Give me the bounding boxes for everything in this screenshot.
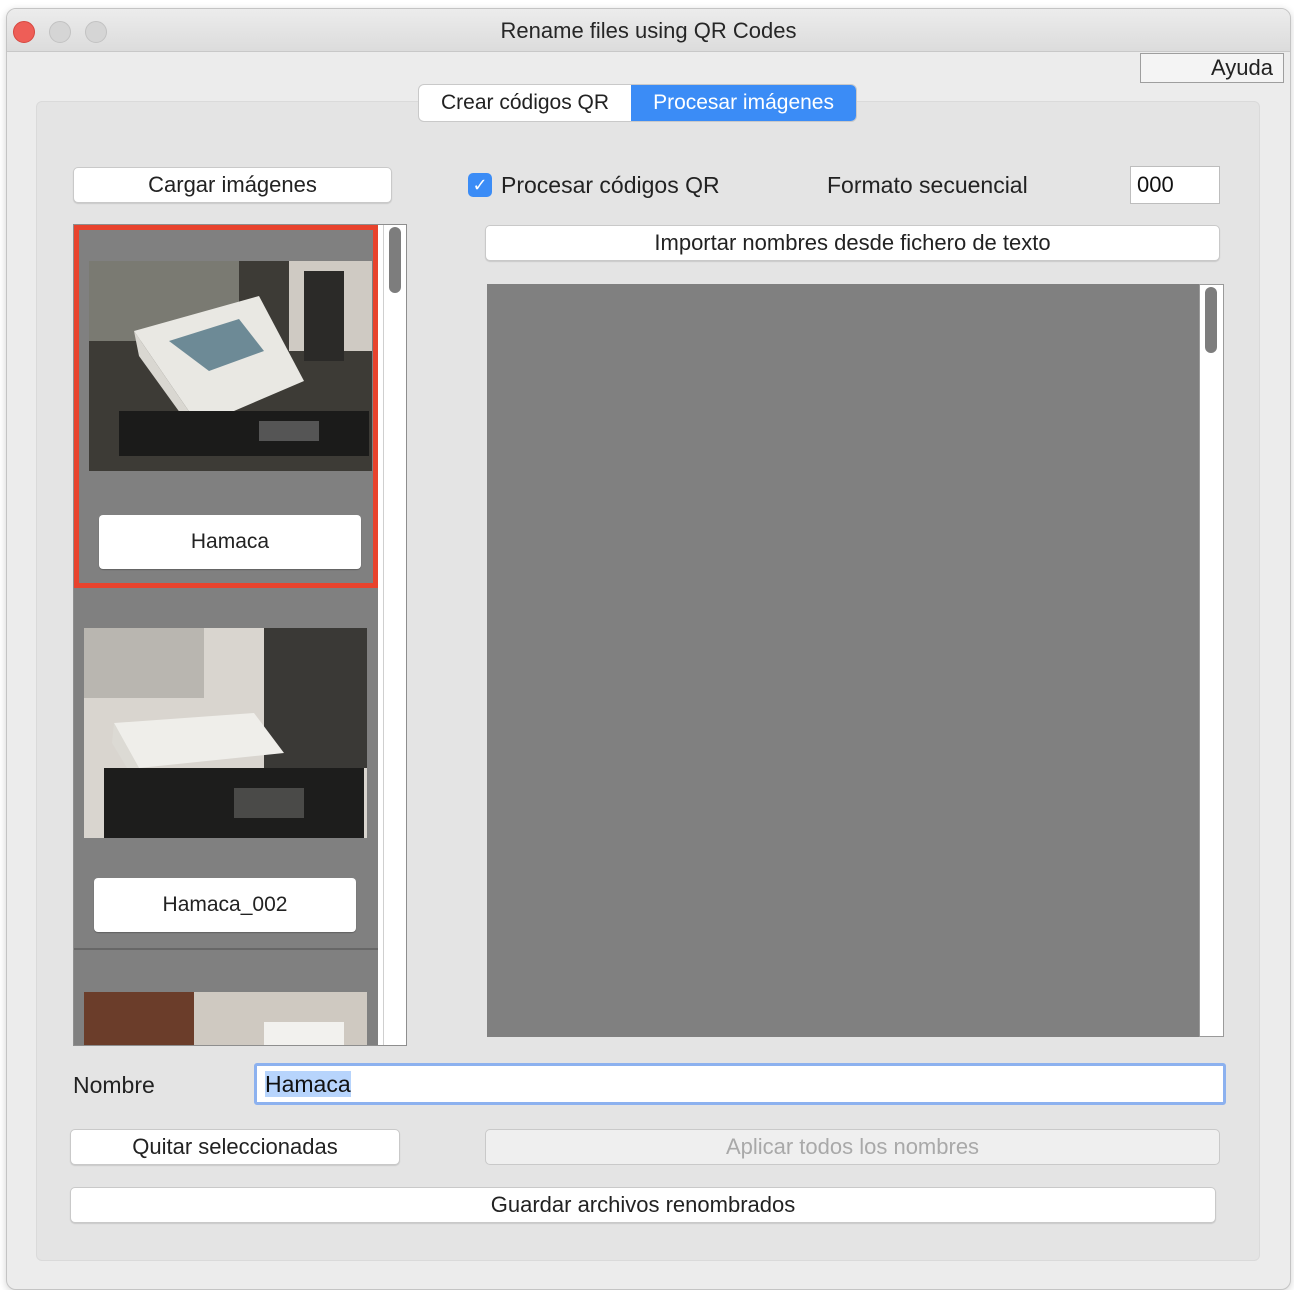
process-qr-checkbox[interactable]: ✓ [468, 173, 492, 197]
tab-process-images[interactable]: Procesar imágenes [631, 85, 856, 121]
list-item[interactable]: Hamaca [74, 225, 378, 588]
image-name-badge[interactable]: Hamaca_002 [94, 878, 356, 932]
tab-bar: Crear códigos QR Procesar imágenes [418, 84, 857, 122]
checkmark-icon: ✓ [472, 175, 488, 195]
import-names-button[interactable]: Importar nombres desde fichero de texto [485, 225, 1220, 261]
thumbnail-photo [84, 992, 367, 1045]
image-thumbnail [89, 261, 372, 471]
tab-create-qr[interactable]: Crear códigos QR [419, 85, 631, 121]
image-list-scrollbar[interactable] [383, 225, 406, 1045]
image-thumbnail [84, 992, 367, 1045]
app-window: Rename files using QR Codes Ayuda Crear … [6, 8, 1291, 1290]
load-images-button[interactable]: Cargar imágenes [73, 167, 392, 203]
image-preview-area[interactable] [487, 284, 1202, 1037]
thumbnail-photo [84, 628, 367, 838]
preview-scrollbar[interactable] [1199, 284, 1224, 1037]
name-label: Nombre [73, 1072, 155, 1098]
scrollbar-thumb[interactable] [389, 227, 401, 293]
window-title: Rename files using QR Codes [500, 18, 797, 43]
remove-selected-button[interactable]: Quitar seleccionadas [70, 1129, 400, 1165]
image-name-badge[interactable]: Hamaca [99, 515, 361, 569]
title-bar: Rename files using QR Codes [7, 9, 1290, 52]
image-list[interactable]: Hamaca Hamaca_002 [73, 224, 407, 1046]
seq-format-label: Formato secuencial [827, 172, 1028, 198]
name-input[interactable]: Hamaca [254, 1063, 1226, 1105]
process-qr-label: Procesar códigos QR [501, 172, 720, 198]
save-renamed-button[interactable]: Guardar archivos renombrados [70, 1187, 1216, 1223]
help-button[interactable]: Ayuda [1140, 53, 1284, 83]
list-item[interactable] [74, 950, 378, 1045]
scrollbar-thumb[interactable] [1205, 287, 1217, 353]
name-input-value: Hamaca [265, 1071, 351, 1097]
apply-all-names-button[interactable]: Aplicar todos los nombres [485, 1129, 1220, 1165]
list-item[interactable]: Hamaca_002 [74, 588, 378, 950]
seq-format-input[interactable]: 000 [1130, 166, 1220, 204]
thumbnail-photo [89, 261, 372, 471]
image-thumbnail [84, 628, 367, 838]
